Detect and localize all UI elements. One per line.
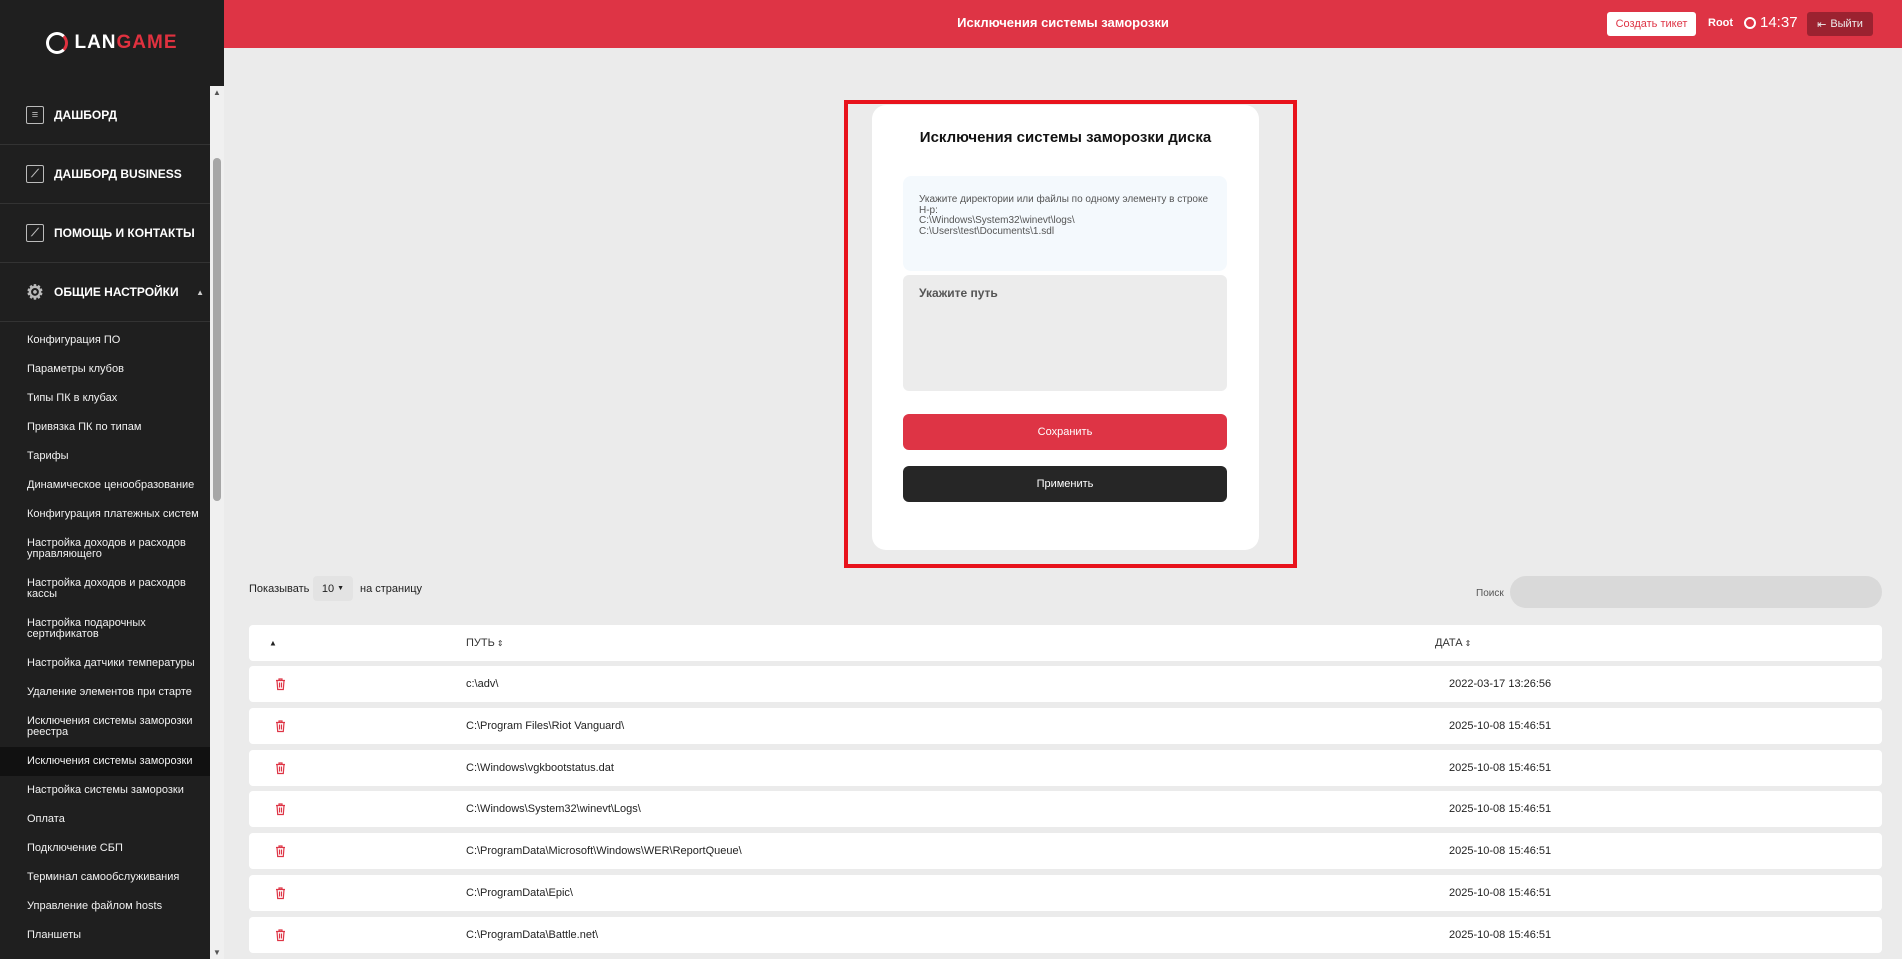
clock-time: 14:37 [1760, 14, 1798, 31]
clock-icon [1744, 16, 1756, 29]
table-row: C:\Program Files\Riot Vanguard\ 2025-10-0… [249, 708, 1882, 744]
trash-icon[interactable] [275, 720, 286, 733]
table-row: c:\adv\ 2022-03-17 13:26:56 [249, 666, 1882, 702]
path-cell: C:\ProgramData\Epic\ [466, 887, 573, 899]
submenu-item[interactable]: Управление файлом hosts [0, 892, 224, 921]
edit-icon: ⟋ [26, 165, 44, 183]
chevron-down-icon: ▼ [337, 585, 345, 592]
trash-icon[interactable] [275, 929, 286, 942]
page-size-select[interactable]: 10 ▼ [313, 576, 353, 601]
path-cell: C:\ProgramData\Microsoft\Windows\WER\Rep… [466, 845, 742, 857]
submenu-item[interactable]: Конфигурация ПО [0, 326, 224, 355]
date-cell: 2025-10-08 15:46:51 [1449, 720, 1552, 732]
path-cell: C:\ProgramData\Battle.net\ [466, 929, 599, 941]
user-name[interactable]: Root [1708, 17, 1733, 29]
logout-label: Выйти [1830, 18, 1863, 30]
path-cell: C:\Windows\System32\winevt\Logs\ [466, 803, 641, 815]
scroll-up-arrow-icon[interactable]: ▲ [213, 88, 221, 97]
gear-icon: ⚙ [26, 281, 44, 304]
sidebar-item-label: ДАШБОРД [54, 108, 118, 122]
clock: 14:37 [1744, 14, 1798, 31]
table-row: C:\ProgramData\Epic\ 2025-10-08 15:46:51 [249, 875, 1882, 911]
trash-icon[interactable] [275, 678, 286, 691]
logout-button[interactable]: ⇤ Выйти [1807, 12, 1873, 36]
sidebar-item-label: ПОМОЩЬ И КОНТАКТЫ [54, 226, 195, 240]
submenu-item[interactable]: Исключения системы заморозки реестра [0, 707, 224, 747]
submenu-item[interactable]: Настройка подарочных сертификатов [0, 609, 224, 649]
submenu-item[interactable]: Типы ПК в клубах [0, 384, 224, 413]
date-column-header[interactable]: ДАТА ⇕ [1435, 637, 1471, 649]
logo-mark-icon [46, 32, 69, 54]
settings-submenu: Конфигурация ПО Параметры клубов Типы ПК… [0, 322, 224, 959]
trash-icon[interactable] [275, 803, 286, 816]
top-header: Исключения системы заморозки Создать тик… [224, 0, 1902, 48]
submenu-item[interactable]: Тарифы [0, 442, 224, 471]
path-column-header[interactable]: ПУТЬ ⇕ [466, 637, 504, 649]
submenu-item[interactable]: Настройка доходов и расходов управляющег… [0, 529, 224, 569]
trash-icon[interactable] [275, 762, 286, 775]
date-cell: 2022-03-17 13:26:56 [1449, 678, 1552, 690]
date-cell: 2025-10-08 15:46:51 [1449, 929, 1552, 941]
submenu-item[interactable]: Терминал самообслуживания [0, 863, 224, 892]
sidebar-item-label: ДАШБОРД BUSINESS [54, 167, 182, 181]
sidebar: LANGAME ≡ ДАШБОРД ⟋ ДАШБОРД BUSINESS ⟋ П… [0, 0, 224, 959]
logo[interactable]: LANGAME [0, 0, 224, 86]
per-page-label: на страницу [360, 583, 423, 595]
submenu-item[interactable]: Планшеты [0, 921, 224, 950]
sort-icon: ⇕ [1464, 639, 1472, 648]
submenu-item[interactable]: Параметры клубов [0, 355, 224, 384]
sidebar-item-help[interactable]: ⟋ ПОМОЩЬ И КОНТАКТЫ [0, 204, 224, 263]
chevron-up-icon: ▲ [196, 287, 204, 297]
submenu-item[interactable]: Привязка ПК по типам [0, 413, 224, 442]
submenu-item[interactable]: Промокоды [0, 950, 224, 959]
table-row: C:\Windows\vgkbootstatus.dat 2025-10-08 1… [249, 750, 1882, 786]
date-cell: 2025-10-08 15:46:51 [1449, 762, 1552, 774]
submenu-item[interactable]: Конфигурация платежных систем [0, 500, 224, 529]
path-cell: C:\Windows\vgkbootstatus.dat [466, 762, 614, 774]
sort-icon[interactable]: ▲ [269, 639, 277, 648]
path-cell: C:\Program Files\Riot Vanguard\ [466, 720, 625, 732]
show-label: Показывать [249, 583, 310, 595]
sidebar-item-general-settings[interactable]: ⚙ ОБЩИЕ НАСТРОЙКИ ▲ [0, 263, 224, 322]
sidebar-scrollbar[interactable]: ▲ ▼ [210, 86, 224, 959]
highlight-frame [844, 100, 1297, 568]
submenu-item[interactable]: Настройка системы заморозки [0, 776, 224, 805]
search-label: Поиск [1476, 588, 1504, 599]
scroll-down-arrow-icon[interactable]: ▼ [213, 948, 221, 957]
submenu-item-active[interactable]: Исключения системы заморозки [0, 747, 224, 776]
search-input[interactable] [1510, 576, 1882, 608]
table-row: C:\Windows\System32\winevt\Logs\ 2025-10-… [249, 791, 1882, 827]
logout-icon: ⇤ [1817, 18, 1827, 31]
create-ticket-button[interactable]: Создать тикет [1607, 12, 1696, 36]
submenu-item[interactable]: Настройка доходов и расходов кассы [0, 569, 224, 609]
submenu-item[interactable]: Оплата [0, 805, 224, 834]
logo-text-game: GAME [116, 32, 178, 53]
page-size-value: 10 [321, 582, 335, 595]
sidebar-scrollbar-thumb[interactable] [213, 158, 221, 501]
sidebar-item-dashboard-business[interactable]: ⟋ ДАШБОРД BUSINESS [0, 145, 224, 204]
dashboard-icon: ≡ [26, 106, 44, 124]
submenu-item[interactable]: Удаление элементов при старте [0, 678, 224, 707]
date-cell: 2025-10-08 15:46:51 [1449, 803, 1552, 815]
table-row: C:\ProgramData\Microsoft\Windows\WER\Rep… [249, 833, 1882, 869]
path-cell: c:\adv\ [466, 678, 499, 690]
logo-text-lan: LAN [74, 32, 117, 53]
trash-icon[interactable] [275, 887, 286, 900]
date-cell: 2025-10-08 15:46:51 [1449, 845, 1552, 857]
sidebar-item-label: ОБЩИЕ НАСТРОЙКИ [54, 285, 179, 299]
trash-icon[interactable] [275, 845, 286, 858]
table-header: ▲ ПУТЬ ⇕ ДАТА ⇕ [249, 625, 1882, 661]
sidebar-item-dashboard[interactable]: ≡ ДАШБОРД [0, 86, 224, 145]
sort-icon: ⇕ [496, 639, 504, 648]
submenu-item[interactable]: Настройка датчики температуры [0, 649, 224, 678]
table-row: C:\ProgramData\Battle.net\ 2025-10-08 15:… [249, 917, 1882, 953]
submenu-item[interactable]: Динамическое ценообразование [0, 471, 224, 500]
date-cell: 2025-10-08 15:46:51 [1449, 887, 1552, 899]
edit-icon: ⟋ [26, 224, 44, 242]
submenu-item[interactable]: Подключение СБП [0, 834, 224, 863]
